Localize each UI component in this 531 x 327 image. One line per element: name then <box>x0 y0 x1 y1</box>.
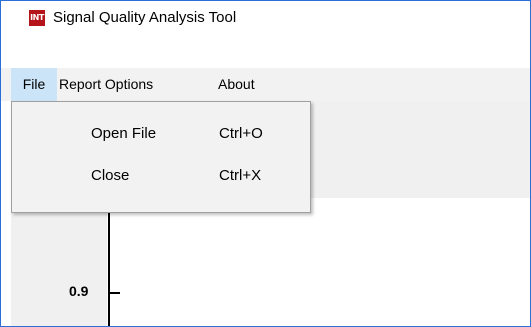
title-bar: INT Signal Quality Analysis Tool <box>1 0 530 33</box>
menu-about[interactable]: About <box>217 68 256 101</box>
app-window: INT Signal Quality Analysis Tool 0.9 Fil… <box>0 0 531 327</box>
menu-item-close[interactable]: Close Ctrl+X <box>12 156 310 196</box>
file-menu-dropdown: Open File Ctrl+O Close Ctrl+X <box>11 101 311 213</box>
menu-item-label: Close <box>91 167 130 184</box>
window-title: Signal Quality Analysis Tool <box>53 9 237 26</box>
app-logo-icon: INT <box>29 10 45 26</box>
y-axis-tick-label: 0.9 <box>69 283 89 299</box>
menu-item-open-file[interactable]: Open File Ctrl+O <box>12 114 310 154</box>
menu-item-shortcut: Ctrl+X <box>219 167 262 184</box>
y-axis-line <box>108 200 110 326</box>
menu-report-options[interactable]: Report Options <box>58 68 154 101</box>
menu-item-label: Open File <box>91 125 157 142</box>
y-axis-tick <box>110 292 120 294</box>
menu-item-shortcut: Ctrl+O <box>219 125 263 142</box>
menu-file[interactable]: File <box>11 68 57 101</box>
